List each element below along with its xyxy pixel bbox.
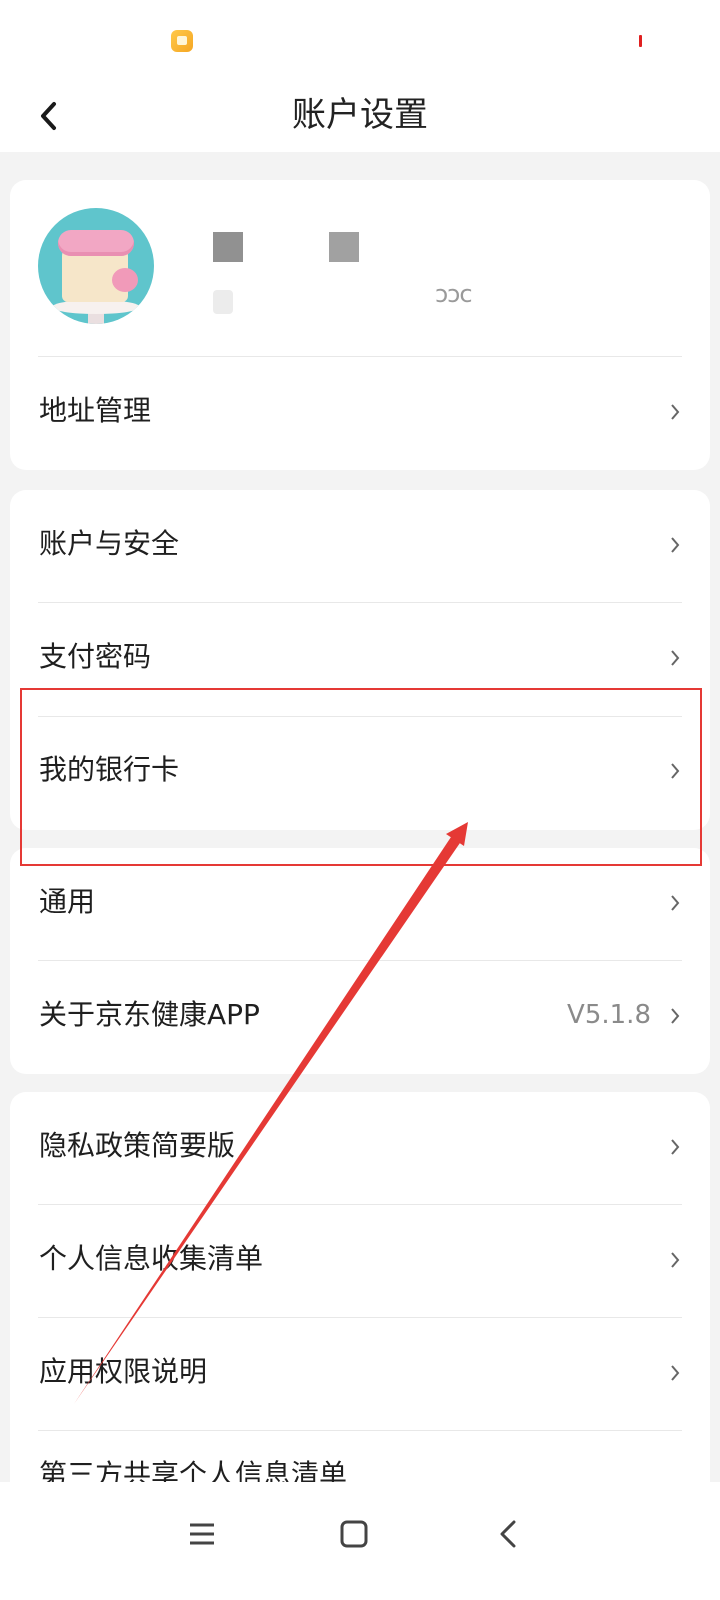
back-icon — [500, 1520, 516, 1548]
row-personal-info-list[interactable]: 个人信息收集清单 — [10, 1205, 710, 1319]
row-account-security[interactable]: 账户与安全 — [10, 490, 710, 604]
row-app-permissions[interactable]: 应用权限说明 — [10, 1318, 710, 1432]
chevron-right-icon — [671, 537, 680, 553]
privacy-card: 隐私政策简要版 个人信息收集清单 应用权限说明 第三方共享个人信息清单 — [10, 1092, 710, 1512]
status-bar — [0, 0, 720, 80]
row-label: 应用权限说明 — [39, 1355, 208, 1388]
row-general[interactable]: 通用 — [10, 848, 710, 962]
status-indicator-icon — [639, 35, 642, 47]
row-address-management[interactable]: 地址管理 — [10, 357, 710, 470]
row-my-bank-card[interactable]: 我的银行卡 — [10, 716, 710, 830]
row-label: 地址管理 — [39, 394, 152, 427]
nav-back-button[interactable] — [478, 1504, 538, 1564]
square-icon — [340, 1520, 368, 1548]
page-title: 账户设置 — [292, 95, 428, 135]
row-label: 我的银行卡 — [39, 753, 180, 786]
account-id-fragment: ɔɔc — [435, 280, 473, 308]
row-label: 通用 — [39, 885, 96, 918]
chevron-right-icon — [671, 1365, 680, 1381]
nav-menu-button[interactable] — [172, 1504, 232, 1564]
chevron-right-icon — [671, 1008, 680, 1024]
row-label: 个人信息收集清单 — [39, 1242, 264, 1275]
row-payment-password[interactable]: 支付密码 — [10, 603, 710, 717]
avatar[interactable] — [38, 208, 154, 324]
masked-username — [329, 232, 359, 262]
chevron-right-icon — [671, 895, 680, 911]
row-privacy-policy-summary[interactable]: 隐私政策简要版 — [10, 1092, 710, 1206]
system-nav-bar — [0, 1482, 720, 1600]
profile-card: ɔɔc 地址管理 — [10, 180, 710, 470]
masked-account-id — [213, 290, 233, 314]
security-card: 账户与安全 支付密码 我的银行卡 — [10, 490, 710, 830]
app-version: V5.1.8 — [567, 1000, 651, 1030]
chevron-right-icon — [671, 1139, 680, 1155]
menu-icon — [190, 1523, 214, 1545]
chevron-right-icon — [671, 404, 680, 420]
row-label: 关于京东健康APP — [39, 998, 260, 1031]
chevron-right-icon — [671, 763, 680, 779]
app-notification-icon — [171, 30, 193, 52]
chevron-right-icon — [671, 1252, 680, 1268]
nav-home-button[interactable] — [324, 1504, 384, 1564]
chevron-right-icon — [671, 650, 680, 666]
top-bar: 账户设置 — [0, 80, 720, 152]
row-label: 隐私政策简要版 — [39, 1129, 236, 1162]
row-label: 支付密码 — [39, 640, 152, 673]
row-about-app[interactable]: 关于京东健康APP V5.1.8 — [10, 961, 710, 1074]
row-label: 账户与安全 — [39, 527, 180, 560]
general-card: 通用 关于京东健康APP V5.1.8 — [10, 848, 710, 1074]
masked-username — [213, 232, 243, 262]
